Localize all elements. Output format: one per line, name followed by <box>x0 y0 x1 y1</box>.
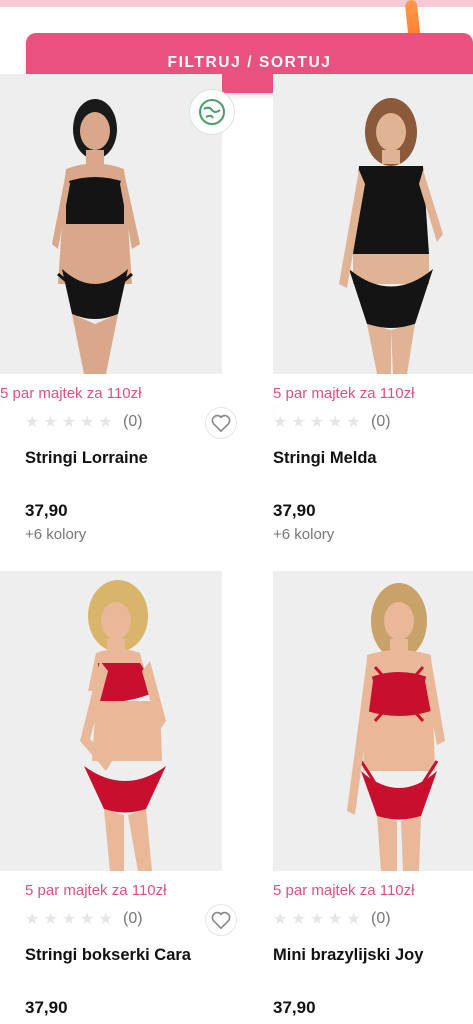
rating-stars: ★ ★ ★ ★ ★ <box>25 912 113 928</box>
product-image[interactable] <box>0 74 222 374</box>
star-icon: ★ <box>98 414 113 431</box>
star-icon: ★ <box>43 911 58 928</box>
color-count[interactable]: +6 kolory <box>25 526 86 543</box>
rating-count: (0) <box>123 413 143 430</box>
star-icon: ★ <box>273 414 288 431</box>
star-icon: ★ <box>309 911 325 928</box>
product-price: 37,90 <box>25 501 68 520</box>
product-card-cara[interactable]: 5 par majtek za 110zł ★ ★ ★ ★ ★ (0) Stringi … <box>0 571 237 1024</box>
product-card-lorraine[interactable]: 5 par majtek za 110zł ★ ★ ★ ★ ★ (0) Stringi … <box>0 74 237 554</box>
star-icon: ★ <box>309 414 325 431</box>
promo-label[interactable]: 5 par majtek za 110zł <box>273 385 414 402</box>
product-image[interactable] <box>0 571 222 871</box>
color-count[interactable]: +6 kolory <box>273 526 334 543</box>
product-card-joy[interactable]: 5 par majtek za 110zł ★ ★ ★ ★ ★ (0) Mini bra… <box>273 571 473 1024</box>
star-icon: ★ <box>346 414 361 431</box>
product-card-melda[interactable]: 5 par majtek za 110zł ★ ★ ★ ★ ★ (0) Stringi … <box>273 74 473 554</box>
star-icon: ★ <box>25 911 40 928</box>
product-name[interactable]: Stringi Lorraine <box>25 449 148 468</box>
promo-label[interactable]: 5 par majtek za 110zł <box>0 385 141 402</box>
product-name[interactable]: Stringi bokserki Cara <box>25 946 191 965</box>
star-icon: ★ <box>346 911 361 928</box>
star-icon: ★ <box>61 911 77 928</box>
favorite-button[interactable] <box>205 904 237 936</box>
product-image[interactable] <box>273 571 473 871</box>
star-icon: ★ <box>43 414 58 431</box>
promo-label[interactable]: 5 par majtek za 110zł <box>273 882 414 899</box>
product-image[interactable] <box>273 74 473 374</box>
star-icon: ★ <box>328 911 343 928</box>
product-price: 37,90 <box>273 501 316 520</box>
rating-stars: ★ ★ ★ ★ ★ <box>273 912 361 928</box>
heart-icon <box>211 414 231 432</box>
eco-badge <box>189 89 235 135</box>
star-icon: ★ <box>328 414 343 431</box>
promo-label[interactable]: 5 par majtek za 110zł <box>25 882 166 899</box>
product-name[interactable]: Mini brazylijski Joy <box>273 946 423 965</box>
star-icon: ★ <box>61 414 77 431</box>
rating-count: (0) <box>123 910 143 927</box>
rating-stars: ★ ★ ★ ★ ★ <box>273 415 361 431</box>
rating-stars: ★ ★ ★ ★ ★ <box>25 415 113 431</box>
top-band <box>0 0 473 7</box>
star-icon: ★ <box>291 414 306 431</box>
star-icon: ★ <box>25 414 40 431</box>
favorite-button[interactable] <box>205 407 237 439</box>
product-price: 37,90 <box>273 998 316 1017</box>
star-icon: ★ <box>80 911 95 928</box>
star-icon: ★ <box>98 911 113 928</box>
globe-icon <box>199 99 225 125</box>
star-icon: ★ <box>80 414 95 431</box>
heart-icon <box>211 911 231 929</box>
rating-count: (0) <box>371 413 391 430</box>
rating-count: (0) <box>371 910 391 927</box>
product-name[interactable]: Stringi Melda <box>273 449 377 468</box>
star-icon: ★ <box>291 911 306 928</box>
star-icon: ★ <box>273 911 288 928</box>
product-price: 37,90 <box>25 998 68 1017</box>
